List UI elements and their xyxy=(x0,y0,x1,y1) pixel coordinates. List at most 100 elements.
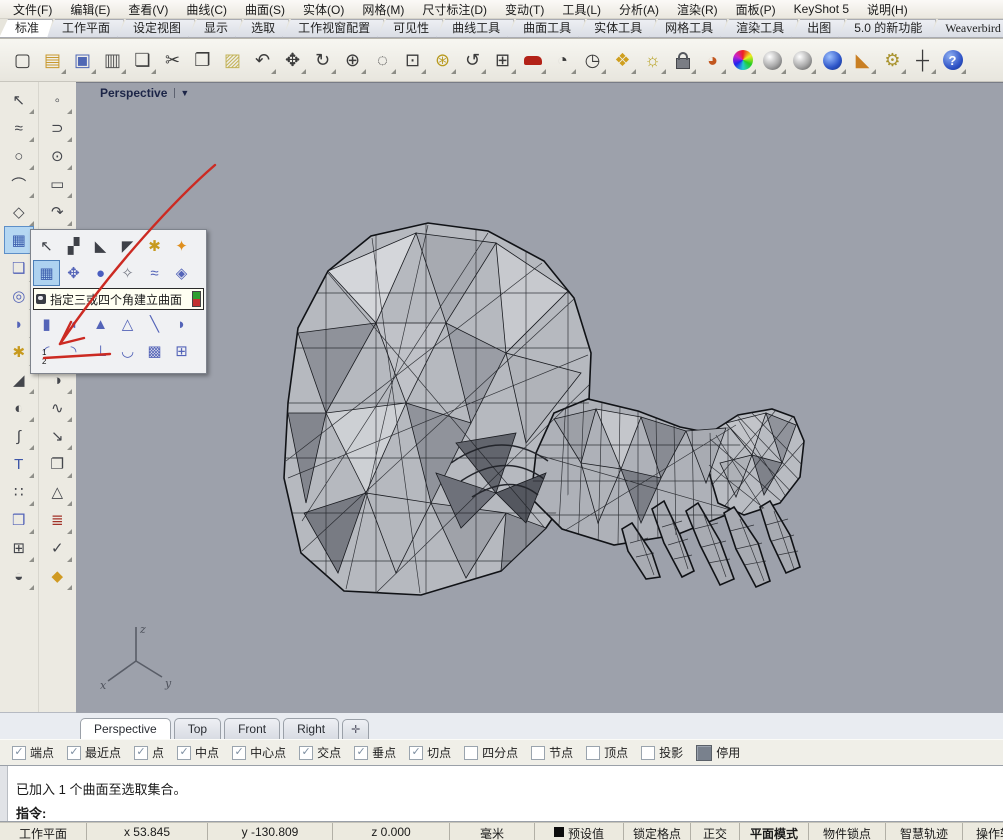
viewport-tab-top[interactable]: Top xyxy=(174,718,221,739)
srf-edge-curve-button[interactable]: ╲ xyxy=(141,311,168,337)
srf-wavy-button[interactable]: ◖ xyxy=(60,311,87,337)
curve-through-points-tool-button[interactable]: ⊃ xyxy=(42,114,72,142)
gem-diamond-tool-button[interactable]: ◆ xyxy=(42,562,72,590)
render-preview-button[interactable]: ◔ xyxy=(548,45,577,75)
srf-arc-2-button[interactable]: ◝ xyxy=(60,338,87,364)
viewport-dropdown-icon[interactable]: ▼ xyxy=(174,88,189,98)
srf-patch-button[interactable]: ✥ xyxy=(60,260,87,286)
rebuild-curve-tool-button[interactable]: ∿ xyxy=(42,394,72,422)
zoom-selected-button[interactable]: ⊛ xyxy=(428,45,457,75)
status-cell[interactable]: 智慧轨迹 xyxy=(886,823,963,840)
status-cell[interactable]: 工作平面 xyxy=(0,823,87,840)
palette-puzzle-button[interactable]: ✱ xyxy=(141,233,168,259)
viewport-title[interactable]: Perspective ▼ xyxy=(100,86,189,100)
status-cell[interactable]: 预设值 xyxy=(535,823,624,840)
viewport-tab-right[interactable]: Right xyxy=(283,718,339,739)
array-tool-button[interactable]: ⊞ xyxy=(4,534,34,562)
osnap-checkbox[interactable] xyxy=(641,746,655,760)
undo-button[interactable]: ↶ xyxy=(248,45,277,75)
stack-layers-tool-button[interactable]: ≣ xyxy=(42,506,72,534)
palette-flag-b-button[interactable]: ◤ xyxy=(114,233,141,259)
ribbon-tab[interactable]: 可见性 xyxy=(377,19,443,38)
cut-button[interactable]: ✂ xyxy=(158,45,187,75)
menu-item[interactable]: 网格(M) xyxy=(353,0,413,19)
menu-item[interactable]: 曲线(C) xyxy=(177,0,236,19)
open-file-button[interactable]: ▤ xyxy=(38,45,67,75)
osnap-checkbox[interactable]: ✓ xyxy=(354,746,368,760)
paste-button[interactable]: ▨ xyxy=(218,45,247,75)
ribbon-tab[interactable]: 工作平面 xyxy=(46,19,124,38)
options-gears-button[interactable]: ⚙ xyxy=(878,45,907,75)
rendered-sphere-button[interactable] xyxy=(788,45,817,75)
ribbon-tab[interactable]: 网格工具 xyxy=(649,19,727,38)
viewport-tab-perspective[interactable]: Perspective xyxy=(80,718,171,739)
ribbon-tab[interactable]: 标准 xyxy=(0,19,53,38)
rectangle-tool-button[interactable]: ▭ xyxy=(42,170,72,198)
solid-cube-tool-button[interactable]: ❒ xyxy=(4,506,34,534)
palette-corner-points-button[interactable]: ▞ xyxy=(60,233,87,259)
check-select-tool-button[interactable]: ✓ xyxy=(42,534,72,562)
osnap-toggle[interactable]: ✓垂点 xyxy=(354,744,396,761)
srf-3-4-corner-points-button[interactable]: ▦ xyxy=(33,260,60,286)
srf-cone-button[interactable]: △ xyxy=(114,311,141,337)
srf-blob-button[interactable]: ◗ xyxy=(168,311,195,337)
copy-button[interactable]: ❐ xyxy=(188,45,217,75)
srf-arc-12-button[interactable]: ◜1 2 xyxy=(33,338,60,364)
color-tools-tool-button[interactable]: ◐ xyxy=(4,394,34,422)
osnap-toggle[interactable]: ✓端点 xyxy=(12,744,54,761)
menu-item[interactable]: 文件(F) xyxy=(4,0,61,19)
viewport-layout-button[interactable]: ⊞ xyxy=(488,45,517,75)
menu-item[interactable]: KeyShot 5 xyxy=(785,1,858,17)
pan-view-button[interactable]: ✥ xyxy=(278,45,307,75)
extrude-tool-button[interactable]: △ xyxy=(42,478,72,506)
srf-sphere-button[interactable]: ● xyxy=(87,260,114,286)
osnap-checkbox[interactable]: ✓ xyxy=(299,746,313,760)
osnap-toggle[interactable]: 四分点 xyxy=(464,744,518,761)
menu-item[interactable]: 说明(H) xyxy=(858,0,917,19)
export-button[interactable]: ❏ xyxy=(128,45,157,75)
srf-plane-patch-button[interactable]: ▩ xyxy=(141,338,168,364)
osnap-toggle[interactable]: 顶点 xyxy=(586,744,628,761)
lock-objects-button[interactable] xyxy=(668,45,697,75)
osnap-disable-box[interactable] xyxy=(696,745,712,761)
menu-item[interactable]: 分析(A) xyxy=(610,0,668,19)
ribbon-tab[interactable]: 渲染工具 xyxy=(720,19,798,38)
osnap-checkbox[interactable]: ✓ xyxy=(67,746,81,760)
menu-item[interactable]: 实体(O) xyxy=(294,0,353,19)
osnap-toggle[interactable]: 投影 xyxy=(641,744,683,761)
new-file-button[interactable]: ▢ xyxy=(8,45,37,75)
ribbon-tab[interactable]: 显示 xyxy=(188,19,242,38)
menu-item[interactable]: 编辑(E) xyxy=(61,0,119,19)
osnap-toggle[interactable]: 节点 xyxy=(531,744,573,761)
menu-item[interactable]: 查看(V) xyxy=(119,0,177,19)
srf-box-button[interactable]: ◈ xyxy=(168,260,195,286)
osnap-toggle[interactable]: ✓最近点 xyxy=(67,744,121,761)
rotate-view-button[interactable]: ↻ xyxy=(308,45,337,75)
status-cell[interactable]: 操作轴 xyxy=(963,823,1003,840)
menu-item[interactable]: 曲面(S) xyxy=(236,0,294,19)
cone-tool-button[interactable]: ◣ xyxy=(848,45,877,75)
add-viewport-tab-button[interactable]: ✛ xyxy=(342,719,369,739)
text-tool-button[interactable]: T xyxy=(4,450,34,478)
status-cell[interactable]: 正交 xyxy=(691,823,740,840)
srf-grid-button[interactable]: ⊞ xyxy=(168,338,195,364)
zoom-extents-button[interactable]: ⊡ xyxy=(398,45,427,75)
osnap-toggle[interactable]: ✓中点 xyxy=(177,744,219,761)
status-cell[interactable]: 物件锁点 xyxy=(809,823,886,840)
menu-item[interactable]: 面板(P) xyxy=(727,0,785,19)
set-view-button[interactable]: ◷ xyxy=(578,45,607,75)
render-button[interactable] xyxy=(518,45,547,75)
layout-shapes-button[interactable]: ❖ xyxy=(608,45,637,75)
menu-item[interactable]: 工具(L) xyxy=(553,0,610,19)
command-area[interactable]: 已加入 1 个曲面至选取集合。 指令: xyxy=(0,765,1003,822)
srf-drape-button[interactable]: ▲ xyxy=(87,311,114,337)
srf-from-points-button[interactable]: ✧ xyxy=(114,260,141,286)
osnap-checkbox[interactable]: ✓ xyxy=(12,746,26,760)
ribbon-tab[interactable]: Weaverbird xyxy=(929,19,1003,38)
zoom-window-button[interactable]: ◌ xyxy=(368,45,397,75)
polygon-tool-button[interactable]: ◇ xyxy=(4,198,34,226)
menu-item[interactable]: 尺寸标注(D) xyxy=(413,0,496,19)
shaded-sphere-button[interactable] xyxy=(758,45,787,75)
srf-cylinder-button[interactable]: ▮ xyxy=(33,311,60,337)
osnap-checkbox[interactable]: ✓ xyxy=(409,746,423,760)
